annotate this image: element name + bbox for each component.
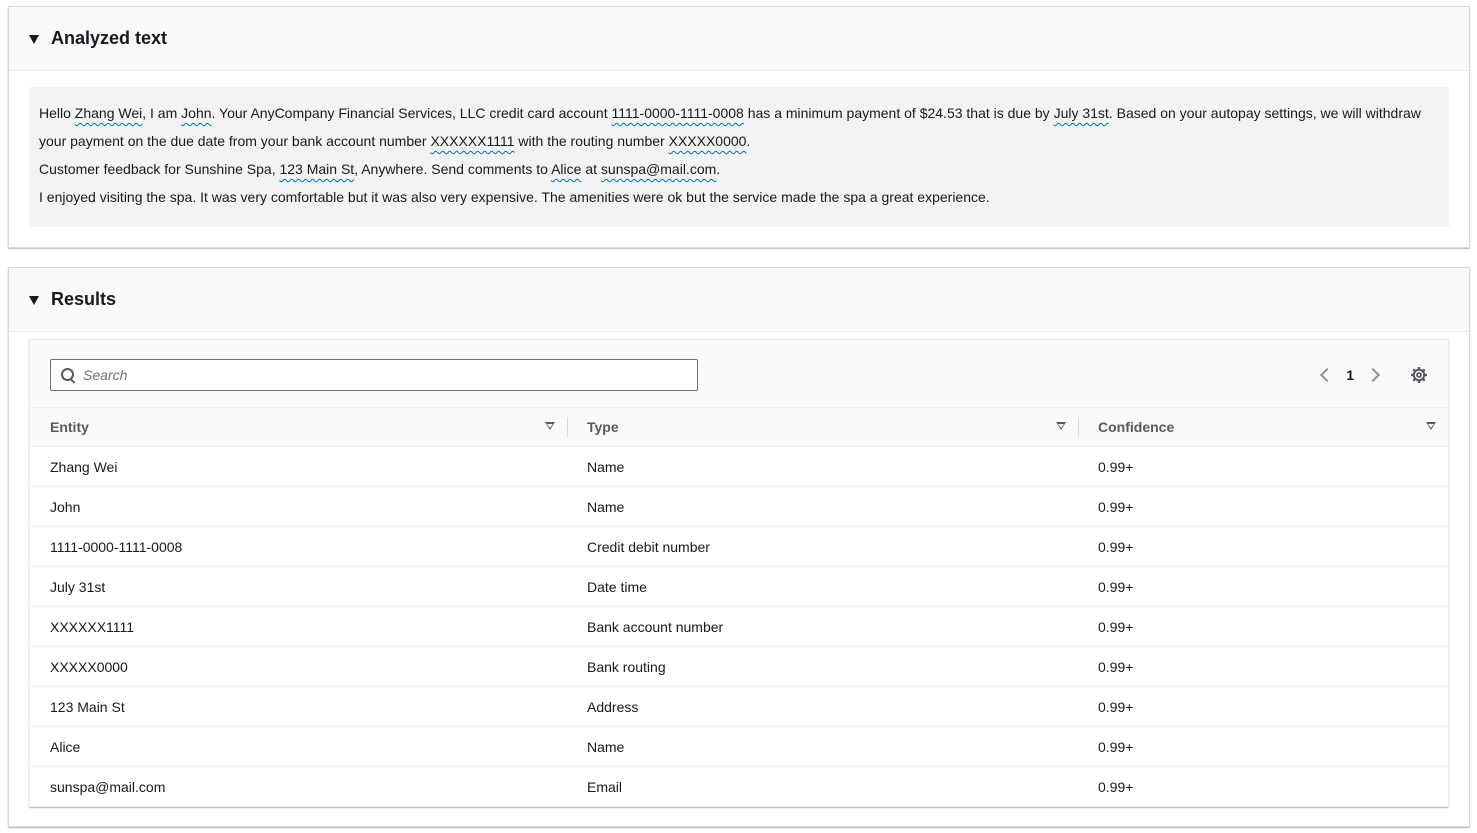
- table-header: Entity Type Confidence: [30, 408, 1448, 447]
- table-row[interactable]: Alice Name 0.99+: [30, 727, 1448, 767]
- search-field[interactable]: [50, 359, 698, 391]
- entity-highlight[interactable]: July 31st: [1054, 105, 1109, 121]
- results-header[interactable]: Results: [9, 268, 1469, 332]
- search-input[interactable]: [83, 367, 663, 383]
- entity-highlight[interactable]: sunspa@mail.com: [601, 161, 716, 177]
- cell-entity: XXXXX0000: [50, 658, 128, 675]
- analyzed-text-header[interactable]: Analyzed text: [9, 7, 1469, 71]
- results-table: 1: [29, 339, 1449, 807]
- entity-highlight[interactable]: XXXXXX1111: [430, 133, 514, 149]
- caret-down-icon[interactable]: [29, 295, 39, 305]
- table-row[interactable]: 123 Main St Address 0.99+: [30, 687, 1448, 727]
- chevron-left-icon: [1320, 367, 1335, 383]
- analyzed-text-content: Hello Zhang Wei, I am John. Your AnyComp…: [29, 87, 1449, 227]
- text-segment: . Your AnyCompany Financial Services, LL…: [211, 105, 612, 121]
- cell-type: Name: [587, 738, 625, 755]
- text-segment: , I am: [142, 105, 182, 121]
- entity-highlight[interactable]: XXXXX0000: [669, 133, 747, 149]
- column-header-type-label: Type: [587, 419, 619, 435]
- column-header-type[interactable]: Type: [567, 408, 1078, 446]
- table-row[interactable]: sunspa@mail.com Email 0.99+: [30, 767, 1448, 807]
- current-page-number[interactable]: 1: [1346, 367, 1354, 383]
- analyzed-paragraph: I enjoyed visiting the spa. It was very …: [39, 183, 1439, 211]
- cell-type: Name: [587, 458, 625, 475]
- column-header-entity-label: Entity: [50, 419, 89, 435]
- cell-confidence: 0.99+: [1098, 578, 1134, 595]
- cell-entity: Alice: [50, 738, 81, 755]
- text-segment: .: [716, 161, 721, 177]
- cell-confidence: 0.99+: [1098, 498, 1134, 515]
- cell-confidence: 0.99+: [1098, 538, 1134, 555]
- cell-entity: Zhang Wei: [50, 458, 118, 475]
- cell-entity: XXXXXX1111: [50, 618, 135, 635]
- text-segment: Hello: [39, 105, 75, 121]
- cell-confidence: 0.99+: [1098, 458, 1134, 475]
- analyzed-paragraph: Customer feedback for Sunshine Spa, 123 …: [39, 155, 1439, 183]
- analyzed-text-title: Analyzed text: [51, 28, 168, 48]
- text-segment: at: [581, 161, 601, 177]
- table-row[interactable]: John Name 0.99+: [30, 487, 1448, 527]
- analyzed-paragraph: Hello Zhang Wei, I am John. Your AnyComp…: [39, 99, 1439, 155]
- cell-entity: John: [50, 498, 81, 515]
- table-tools: 1: [30, 340, 1448, 408]
- cell-confidence: 0.99+: [1098, 738, 1134, 755]
- prev-page-button[interactable]: [1312, 363, 1336, 387]
- table-row[interactable]: XXXXX0000 Bank routing 0.99+: [30, 647, 1448, 687]
- sort-caret-icon[interactable]: [1056, 422, 1066, 430]
- cell-confidence: 0.99+: [1098, 698, 1134, 715]
- cell-confidence: 0.99+: [1098, 618, 1134, 635]
- text-segment: .: [746, 133, 751, 149]
- cell-type: Date time: [587, 578, 647, 595]
- text-segment: with the routing number: [514, 133, 669, 149]
- table-row[interactable]: XXXXXX1111 Bank account number 0.99+: [30, 607, 1448, 647]
- pagination: 1: [1312, 362, 1428, 388]
- table-row[interactable]: Zhang Wei Name 0.99+: [30, 447, 1448, 487]
- search-icon: [61, 368, 75, 382]
- entity-highlight[interactable]: John: [181, 105, 211, 121]
- entity-highlight[interactable]: Alice: [551, 161, 581, 177]
- cell-confidence: 0.99+: [1098, 779, 1134, 795]
- entity-highlight[interactable]: Zhang Wei: [75, 105, 142, 121]
- cell-entity: 1111-0000-1111-0008: [50, 538, 183, 555]
- cell-entity: July 31st: [50, 578, 106, 595]
- table-body: Zhang Wei Name 0.99+ John Name 0.99+ 1111-0000…: [30, 447, 1448, 807]
- caret-down-icon[interactable]: [29, 34, 39, 44]
- text-segment: has a minimum payment of $24.53 that is …: [743, 105, 1054, 121]
- analyzed-text-panel: Analyzed text Hello Zhang Wei, I am John…: [8, 6, 1470, 248]
- cell-confidence: 0.99+: [1098, 658, 1134, 675]
- entity-highlight[interactable]: 123 Main St: [279, 161, 354, 177]
- sort-caret-icon[interactable]: [1426, 422, 1436, 430]
- cell-entity: 123 Main St: [50, 698, 125, 715]
- table-row[interactable]: July 31st Date time 0.99+: [30, 567, 1448, 607]
- cell-type: Bank account number: [587, 618, 724, 635]
- sort-caret-icon[interactable]: [545, 422, 555, 430]
- cell-type: Credit debit number: [587, 538, 710, 555]
- results-title: Results: [51, 289, 117, 309]
- entity-highlight[interactable]: 1111-0000-1111-0008: [612, 105, 744, 121]
- column-header-confidence[interactable]: Confidence: [1078, 408, 1448, 446]
- next-page-button[interactable]: [1364, 363, 1388, 387]
- table-row[interactable]: 1111-0000-1111-0008 Credit debit number 0.…: [30, 527, 1448, 567]
- cell-type: Bank routing: [587, 658, 666, 675]
- cell-type: Address: [587, 698, 639, 715]
- text-segment: I enjoyed visiting the spa. It was very …: [39, 189, 990, 205]
- gear-icon[interactable]: [1410, 366, 1428, 384]
- cell-entity: sunspa@mail.com: [50, 779, 166, 795]
- text-segment: Customer feedback for Sunshine Spa,: [39, 161, 280, 177]
- column-header-confidence-label: Confidence: [1098, 419, 1175, 435]
- cell-type: Email: [587, 779, 623, 795]
- results-panel: Results 1: [8, 267, 1470, 827]
- chevron-right-icon: [1365, 367, 1381, 383]
- column-header-entity[interactable]: Entity: [30, 408, 567, 446]
- cell-type: Name: [587, 498, 625, 515]
- text-segment: , Anywhere. Send comments to: [354, 161, 552, 177]
